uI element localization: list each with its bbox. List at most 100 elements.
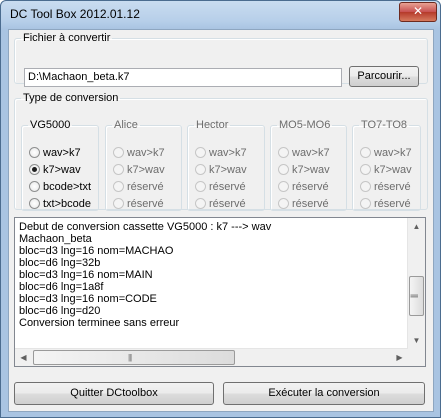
radio-button[interactable] [29,198,40,209]
conversion-option: réservé [195,179,246,195]
close-button[interactable]: ✕ [399,2,437,22]
system-group-legend: MO5-MO6 [279,119,331,131]
vertical-scroll-thumb[interactable]: ||| [409,276,424,316]
radio-label: réservé [209,181,246,193]
conversion-option: réservé [278,196,329,212]
radio-label: wav>k7 [374,147,412,159]
radio-label: réservé [292,181,329,193]
log-line: Machaon_beta [19,233,92,245]
radio-label: wav>k7 [209,147,247,159]
radio-button [278,181,289,192]
system-group-4: TO7-TO8 wav>k7 k7>wav réservé réservé [352,119,421,211]
system-group-legend: TO7-TO8 [361,119,408,131]
radio-button [278,198,289,209]
radio-button[interactable] [29,164,40,175]
grip-icon: ||| [128,353,132,362]
radio-button [195,198,206,209]
radio-label: réservé [127,198,164,210]
system-group-2: Hector wav>k7 k7>wav réservé réservé [187,119,265,211]
app-window: DC Tool Box 2012.01.12 ✕ Fichier à conve… [0,0,441,418]
conversion-log[interactable]: Debut de conversion cassette VG5000 : k7… [14,217,426,367]
log-line: bloc=d3 lng=16 nom=CODE [19,293,157,305]
conversion-option: k7>wav [360,162,412,178]
radio-label: k7>wav [292,164,330,176]
conversion-option: k7>wav [278,162,330,178]
file-group: Fichier à convertir D:\Machaon_beta.k7 P… [14,32,428,87]
system-group-0: VG5000 wav>k7 k7>wav bcode>txt txt>bcode [21,119,99,211]
horizontal-scroll-thumb[interactable]: ||| [33,350,235,365]
log-line: bloc=d6 lng=1a8f [19,281,104,293]
scroll-left-icon[interactable]: ◀ [15,349,32,366]
horizontal-scrollbar[interactable]: ◀ ||| ▶ [15,348,408,366]
radio-label: réservé [374,181,411,193]
radio-button[interactable] [29,147,40,158]
grip-icon: ||| [410,293,420,298]
quit-button[interactable]: Quitter DCtoolbox [14,382,214,405]
conversion-option: réservé [113,196,164,212]
system-group-legend: Alice [114,119,138,131]
radio-button [195,181,206,192]
system-group-1: Alice wav>k7 k7>wav réservé réservé [105,119,182,211]
radio-button [195,147,206,158]
radio-label: wav>k7 [127,147,165,159]
conversion-option: k7>wav [113,162,165,178]
radio-button [360,181,371,192]
conversion-option: k7>wav [195,162,247,178]
radio-label: wav>k7 [292,147,330,159]
run-conversion-button[interactable]: Exécuter la conversion [223,382,425,405]
radio-label: réservé [374,198,411,210]
radio-button [113,198,124,209]
conversion-option[interactable]: k7>wav [29,162,81,178]
conversion-type-legend: Type de conversion [23,92,119,104]
radio-label: k7>wav [209,164,247,176]
scroll-corner [408,349,425,366]
client-area: Fichier à convertir D:\Machaon_beta.k7 P… [8,29,434,412]
scroll-right-icon[interactable]: ▶ [391,349,408,366]
log-line: bloc=d6 lng=32b [19,257,101,269]
radio-label: txt>bcode [43,198,92,210]
radio-button [278,147,289,158]
conversion-option: wav>k7 [278,145,330,161]
radio-button [113,147,124,158]
conversion-option[interactable]: bcode>txt [29,179,91,195]
vertical-scrollbar[interactable]: ▲ ||| ▼ [407,218,425,349]
radio-button [113,181,124,192]
radio-button [360,147,371,158]
radio-label: réservé [127,181,164,193]
radio-label: k7>wav [127,164,165,176]
file-group-legend: Fichier à convertir [23,32,111,44]
conversion-option[interactable]: wav>k7 [29,145,81,161]
file-path-input[interactable]: D:\Machaon_beta.k7 [24,68,342,87]
radio-label: wav>k7 [43,147,81,159]
system-group-3: MO5-MO6 wav>k7 k7>wav réservé réservé [270,119,347,211]
system-group-legend: VG5000 [30,119,71,131]
radio-button[interactable] [29,181,40,192]
radio-label: k7>wav [43,164,81,176]
conversion-option: wav>k7 [113,145,165,161]
scroll-down-icon[interactable]: ▼ [408,332,425,349]
scroll-up-icon[interactable]: ▲ [408,218,425,235]
radio-label: réservé [292,198,329,210]
conversion-option: réservé [113,179,164,195]
browse-button[interactable]: Parcourir... [349,66,419,87]
conversion-option[interactable]: txt>bcode [29,196,91,212]
conversion-option: réservé [360,196,411,212]
conversion-type-group: Type de conversion VG5000 wav>k7 k7>wav bco… [14,92,428,211]
log-line: bloc=d6 lng=d20 [19,305,101,317]
conversion-option: wav>k7 [195,145,247,161]
log-line: bloc=d3 lng=16 nom=MAIN [19,269,153,281]
conversion-option: réservé [278,179,329,195]
title-bar[interactable]: DC Tool Box 2012.01.12 ✕ [1,1,440,29]
log-line: Conversion terminee sans erreur [19,317,180,329]
radio-label: k7>wav [374,164,412,176]
radio-label: réservé [209,198,246,210]
system-group-legend: Hector [196,119,229,131]
conversion-option: réservé [195,196,246,212]
radio-button [113,164,124,175]
conversion-option: wav>k7 [360,145,412,161]
radio-button [278,164,289,175]
log-line: Debut de conversion cassette VG5000 : k7… [19,221,272,233]
radio-button [360,198,371,209]
radio-button [360,164,371,175]
log-line: bloc=d3 lng=16 nom=MACHAO [19,245,174,257]
